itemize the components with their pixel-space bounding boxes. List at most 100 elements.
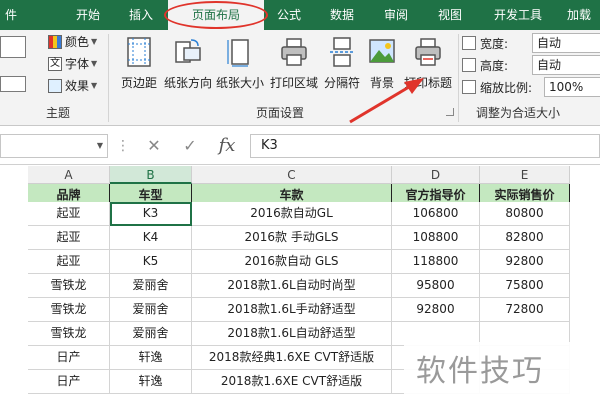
table-cell[interactable]: 轩逸: [110, 346, 192, 370]
chevron-down-icon: ▼: [91, 59, 98, 68]
group-label-page-setup: 页面设置: [255, 106, 304, 120]
chevron-down-icon: ▼: [96, 141, 103, 150]
table-cell[interactable]: 起亚: [28, 202, 110, 226]
tab-formulas[interactable]: 公式: [264, 0, 314, 30]
orientation-label: 纸张方向: [163, 76, 212, 90]
tab-view[interactable]: 视图: [422, 0, 478, 30]
table-cell[interactable]: 2018款1.6L自动舒适型: [192, 322, 392, 346]
themes-icon-lower[interactable]: [0, 76, 26, 92]
background-icon: [369, 39, 395, 63]
print-titles-icon: [415, 38, 441, 66]
formula-input[interactable]: K3: [250, 134, 600, 158]
table-cell[interactable]: 92800: [392, 298, 480, 322]
table-cell[interactable]: 2018款1.6XE CVT舒适版: [192, 370, 392, 394]
enter-icon[interactable]: ✓: [176, 134, 204, 158]
tab-insert[interactable]: 插入: [114, 0, 168, 30]
margins-icon: [127, 37, 151, 67]
width-select[interactable]: 自动: [532, 33, 600, 53]
table-cell[interactable]: 爱丽舍: [110, 298, 192, 322]
column-header-a[interactable]: A: [28, 166, 110, 184]
column-header-e[interactable]: E: [480, 166, 570, 184]
table-cell[interactable]: 日产: [28, 346, 110, 370]
active-cell[interactable]: K3: [110, 202, 192, 226]
width-label: 宽度:: [480, 36, 509, 51]
ribbon-tab-bar: 件 开始 插入 页面布局 公式 数据 审阅 视图 开发工具 加载: [0, 0, 600, 30]
column-header-d[interactable]: D: [392, 166, 480, 184]
group-label-theme: 主题: [45, 106, 70, 120]
colors-button[interactable]: 颜色 ▼: [48, 32, 97, 52]
page-setup-launcher-icon[interactable]: [446, 108, 454, 116]
table-cell[interactable]: K5: [110, 250, 192, 274]
background-button[interactable]: 背景: [366, 34, 398, 102]
scale-label: 缩放比例:: [480, 80, 533, 95]
scale-input[interactable]: 100%: [544, 77, 600, 97]
table-cell[interactable]: 95800: [392, 274, 480, 298]
tab-addins[interactable]: 加载: [558, 0, 600, 30]
table-cell[interactable]: 2018款1.6L自动时尚型: [192, 274, 392, 298]
table-cell[interactable]: 92800: [480, 250, 570, 274]
table-cell[interactable]: 雪铁龙: [28, 322, 110, 346]
table-cell[interactable]: 2018款经典1.6XE CVT舒适版: [192, 346, 392, 370]
width-row: 宽度: 自动: [462, 32, 600, 54]
table-cell[interactable]: 爱丽舍: [110, 322, 192, 346]
column-header-c[interactable]: C: [192, 166, 392, 184]
group-separator: [108, 34, 109, 122]
background-label: 背景: [369, 76, 394, 90]
size-button[interactable]: 纸张大小: [212, 34, 268, 102]
more-icon: ⋮: [116, 138, 130, 154]
table-cell[interactable]: 雪铁龙: [28, 298, 110, 322]
margins-button[interactable]: 页边距: [114, 34, 164, 102]
column-header-b[interactable]: B: [110, 166, 192, 184]
cancel-icon[interactable]: ✕: [140, 134, 168, 158]
breaks-button[interactable]: 分隔符: [320, 34, 364, 102]
colors-icon: [48, 35, 62, 49]
table-cell[interactable]: 75800: [480, 274, 570, 298]
size-icon: [227, 39, 249, 67]
table-cell[interactable]: 2016款自动 GLS: [192, 250, 392, 274]
tab-data[interactable]: 数据: [314, 0, 370, 30]
chevron-down-icon: ▼: [91, 81, 98, 90]
table-cell[interactable]: 2016款 手动GLS: [192, 226, 392, 250]
name-box[interactable]: ▼: [0, 134, 108, 158]
tab-home[interactable]: 开始: [62, 0, 114, 30]
group-separator: [458, 34, 459, 122]
table-cell[interactable]: 2018款1.6L手动舒适型: [192, 298, 392, 322]
table-cell[interactable]: 72800: [480, 298, 570, 322]
font-icon: 文: [48, 57, 62, 71]
table-cell[interactable]: 爱丽舍: [110, 274, 192, 298]
tab-developer[interactable]: 开发工具: [478, 0, 558, 30]
tab-review[interactable]: 审阅: [370, 0, 422, 30]
effects-button[interactable]: 效果 ▼: [48, 76, 97, 96]
tab-file[interactable]: 件: [0, 0, 22, 30]
table-cell[interactable]: 轩逸: [110, 370, 192, 394]
width-icon: [462, 36, 476, 50]
print-titles-button[interactable]: 打印标题: [400, 34, 456, 102]
orientation-button[interactable]: 纸张方向: [160, 34, 216, 102]
print-titles-label: 打印标题: [403, 76, 452, 90]
themes-icon[interactable]: [0, 36, 26, 58]
table-cell[interactable]: K4: [110, 226, 192, 250]
fonts-button[interactable]: 文 字体 ▼: [48, 54, 97, 74]
height-icon: [462, 58, 476, 72]
table-cell[interactable]: 起亚: [28, 250, 110, 274]
fonts-label: 字体: [65, 57, 90, 71]
table-cell[interactable]: 2016款自动GL: [192, 202, 392, 226]
breaks-icon: [330, 37, 354, 67]
table-cell[interactable]: 80800: [480, 202, 570, 226]
insert-function-icon[interactable]: fx: [212, 134, 242, 158]
scale-icon: [462, 80, 476, 94]
table-cell[interactable]: 106800: [392, 202, 480, 226]
chevron-down-icon: ▼: [91, 37, 98, 46]
table-cell[interactable]: 82800: [480, 226, 570, 250]
table-cell[interactable]: 108800: [392, 226, 480, 250]
table-cell[interactable]: 日产: [28, 370, 110, 394]
table-cell[interactable]: 起亚: [28, 226, 110, 250]
table-cell[interactable]: 118800: [392, 250, 480, 274]
table-cell[interactable]: 雪铁龙: [28, 274, 110, 298]
orientation-icon: [175, 39, 201, 63]
print-area-label: 打印区域: [269, 76, 318, 90]
tab-page-layout[interactable]: 页面布局: [168, 0, 264, 30]
height-select[interactable]: 自动: [532, 55, 600, 75]
print-area-button[interactable]: 打印区域: [266, 34, 322, 102]
effects-label: 效果: [65, 79, 90, 93]
